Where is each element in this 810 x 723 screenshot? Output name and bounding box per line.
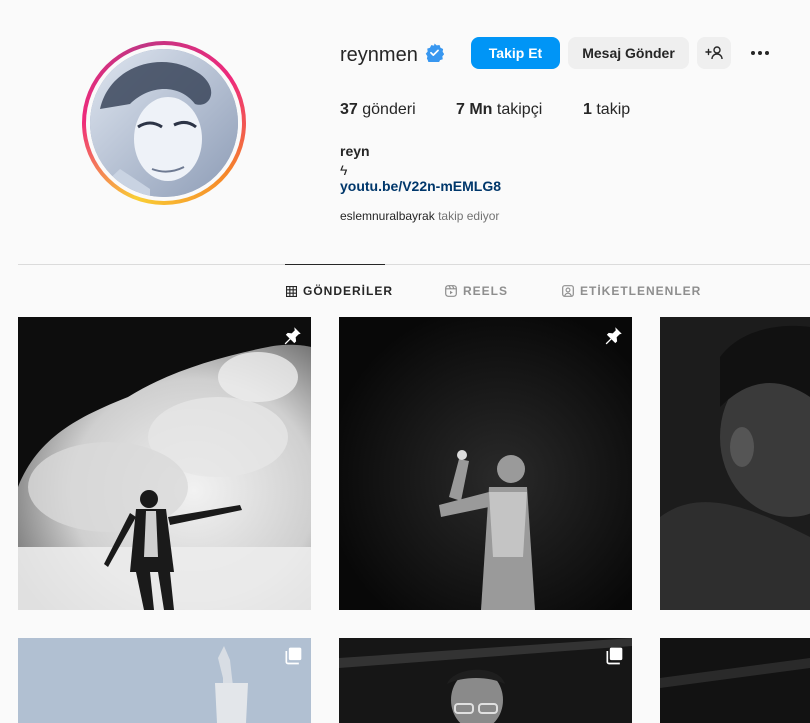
bio-name: reyn (340, 143, 370, 159)
tab-posts[interactable]: GÖNDERİLER (286, 284, 393, 298)
multi-image-icon (285, 647, 302, 665)
pin-icon (284, 327, 301, 345)
tab-reels-label: REELS (463, 284, 509, 298)
bio-link[interactable]: youtu.be/V22n-mEMLG8 (340, 178, 501, 194)
verified-badge-icon (425, 43, 444, 62)
post-tile[interactable] (339, 317, 632, 610)
tagged-icon (562, 285, 574, 297)
posts-count: 37 (340, 101, 358, 118)
followed-by-name: eslemnuralbayrak (340, 209, 435, 223)
pin-icon (605, 327, 622, 345)
posts-stat: 37 gönderi (340, 101, 416, 119)
post-image (660, 638, 810, 723)
followers-label: takipçi (496, 101, 543, 118)
following-count: 1 (583, 101, 592, 118)
followers-count: 7 Mn (456, 101, 493, 118)
post-tile[interactable] (18, 638, 311, 723)
tab-tagged[interactable]: ETİKETLENENLER (562, 284, 701, 298)
following-label: takip (596, 101, 631, 118)
bio-line: ϟ (340, 162, 348, 178)
avatar-photo (90, 49, 238, 197)
post-tile[interactable] (339, 638, 632, 723)
suggested-users-button[interactable] (697, 37, 731, 69)
more-dot-icon (765, 51, 769, 55)
profile-username: reynmen (340, 44, 418, 66)
message-button[interactable]: Mesaj Gönder (568, 37, 689, 69)
post-tile[interactable] (660, 317, 810, 610)
post-tile[interactable] (18, 317, 311, 610)
post-tile[interactable] (660, 638, 810, 723)
more-dot-icon (758, 51, 762, 55)
followers-stat[interactable]: 7 Mn takipçi (456, 101, 542, 119)
tabs-divider (18, 264, 810, 265)
follow-button[interactable]: Takip Et (471, 37, 560, 69)
post-image (339, 317, 632, 610)
grid-icon (286, 285, 297, 297)
post-image (18, 317, 311, 610)
multi-image-icon (606, 647, 623, 665)
tab-posts-label: GÖNDERİLER (303, 284, 394, 298)
posts-label: gönderi (362, 101, 416, 118)
tab-tagged-label: ETİKETLENENLER (580, 284, 702, 298)
tab-reels[interactable]: REELS (445, 284, 508, 298)
following-stat[interactable]: 1 takip (583, 101, 630, 119)
add-user-icon (705, 46, 723, 60)
post-image (660, 317, 810, 610)
followed-by-suffix: takip ediyor (438, 209, 500, 223)
profile-avatar-ring[interactable] (82, 41, 246, 205)
active-tab-indicator (285, 264, 385, 265)
post-image (339, 638, 632, 723)
reels-icon (445, 285, 457, 297)
post-image (18, 638, 311, 723)
avatar[interactable] (90, 49, 238, 197)
followed-by[interactable]: eslemnuralbayrak takip ediyor (340, 209, 499, 223)
more-dot-icon (751, 51, 755, 55)
more-options-button[interactable] (746, 40, 774, 66)
